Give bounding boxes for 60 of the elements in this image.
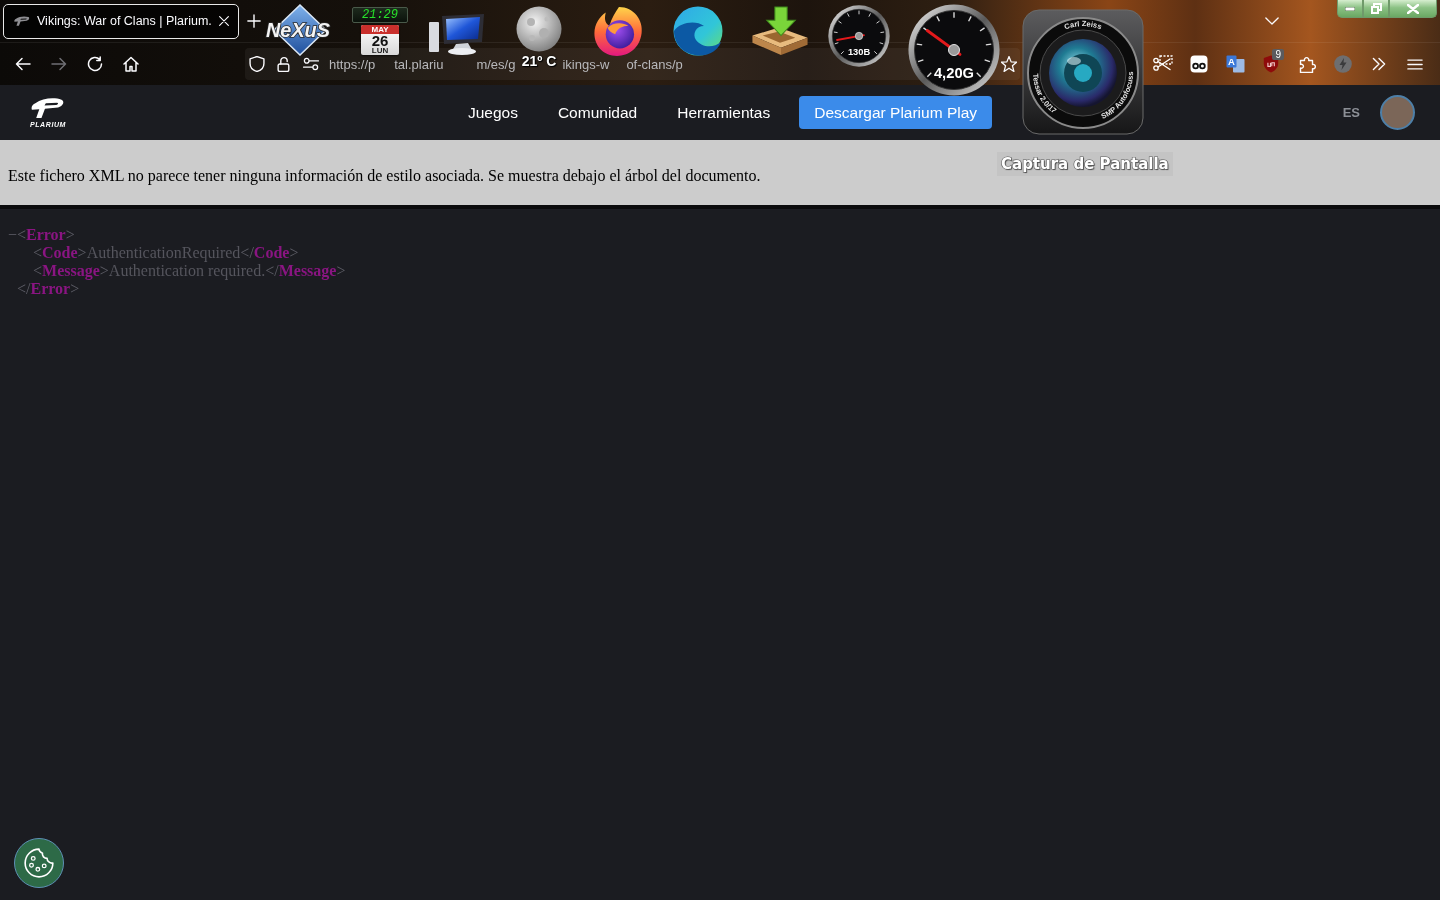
- cookie-button[interactable]: [14, 838, 64, 888]
- avatar-placeholder[interactable]: [1380, 95, 1415, 130]
- camera-lens-icon[interactable]: [1022, 9, 1144, 135]
- nav-link[interactable]: Herramientas: [657, 100, 791, 125]
- scissors-icon: [1153, 55, 1173, 73]
- moon-icon: [516, 6, 562, 52]
- sliders-icon[interactable]: [303, 57, 319, 71]
- home-icon: [123, 56, 139, 72]
- plus-icon: [247, 14, 261, 28]
- arrow-left-icon: [15, 56, 31, 72]
- window-close-button[interactable]: [1389, 0, 1437, 18]
- close-icon[interactable]: [219, 16, 229, 26]
- xml-line: <Code>AuthenticationRequired</Code>: [33, 244, 299, 262]
- restore-button[interactable]: [1363, 0, 1389, 18]
- nav-link[interactable]: Comunidad: [537, 100, 658, 125]
- clock-display: 21:29: [352, 7, 408, 23]
- computer-icon[interactable]: [428, 14, 486, 56]
- close-icon: [1407, 3, 1419, 14]
- calendar-day: 26: [361, 34, 399, 47]
- badge-count: 9: [1272, 49, 1284, 60]
- p-mark-icon: [31, 96, 65, 120]
- gauge-dial-icon: [828, 5, 890, 67]
- reload-icon: [87, 56, 103, 72]
- glasses-icon: [1190, 55, 1208, 73]
- notice-text: Este fichero XML no parece tener ninguna información de estilo asociada. Se muestra debajo el árbol del documento.: [8, 165, 761, 187]
- minimize-icon: [1345, 6, 1355, 11]
- menu-icon: [1407, 57, 1423, 71]
- url-text: of-clans/p: [626, 56, 683, 72]
- cookie-icon: [24, 848, 54, 878]
- shield-icon[interactable]: [249, 56, 265, 72]
- padlock-icon[interactable]: [277, 56, 291, 72]
- lightning-icon: [1334, 55, 1352, 73]
- temperature-text: 21º C: [521, 54, 557, 69]
- url-text: https://p: [329, 56, 376, 72]
- chevron-down-icon: [1265, 17, 1279, 25]
- translate-button[interactable]: A: [1219, 48, 1251, 80]
- double-chevron-icon: [1371, 57, 1387, 71]
- download-tray-icon[interactable]: [750, 6, 810, 56]
- language-label: ES: [1342, 103, 1360, 122]
- restore-icon: [1370, 3, 1382, 14]
- puzzle-icon: [1298, 55, 1316, 73]
- minimize-button[interactable]: [1337, 0, 1363, 18]
- nav-link[interactable]: Juegos: [447, 100, 538, 125]
- xml-line: </Error>: [17, 280, 80, 298]
- favicon-icon: [14, 15, 30, 27]
- star-icon[interactable]: [1001, 56, 1017, 72]
- url-text: tal.plariu: [394, 56, 444, 72]
- tooltip: Captura de Pantalla: [997, 152, 1173, 176]
- blocker-button[interactable]: 9: [1255, 48, 1287, 80]
- url-text: ikings-w: [562, 56, 610, 72]
- calendar-weekday: LUN: [370, 47, 390, 55]
- arrow-right-icon: [51, 56, 67, 72]
- browser-tab[interactable]: Vikings: War of Clans | Plarium.: [3, 3, 239, 39]
- gauge-dial-icon: [908, 4, 1000, 96]
- url-text: m/es/g: [476, 56, 516, 72]
- xml-line: <Error>: [17, 226, 75, 244]
- gauge-reading: 130B: [847, 46, 871, 57]
- xml-line: <Message>Authentication required.</Message>: [33, 262, 346, 280]
- calendar-month: MAY: [361, 25, 399, 34]
- gauge-reading: 4,20G: [933, 64, 975, 81]
